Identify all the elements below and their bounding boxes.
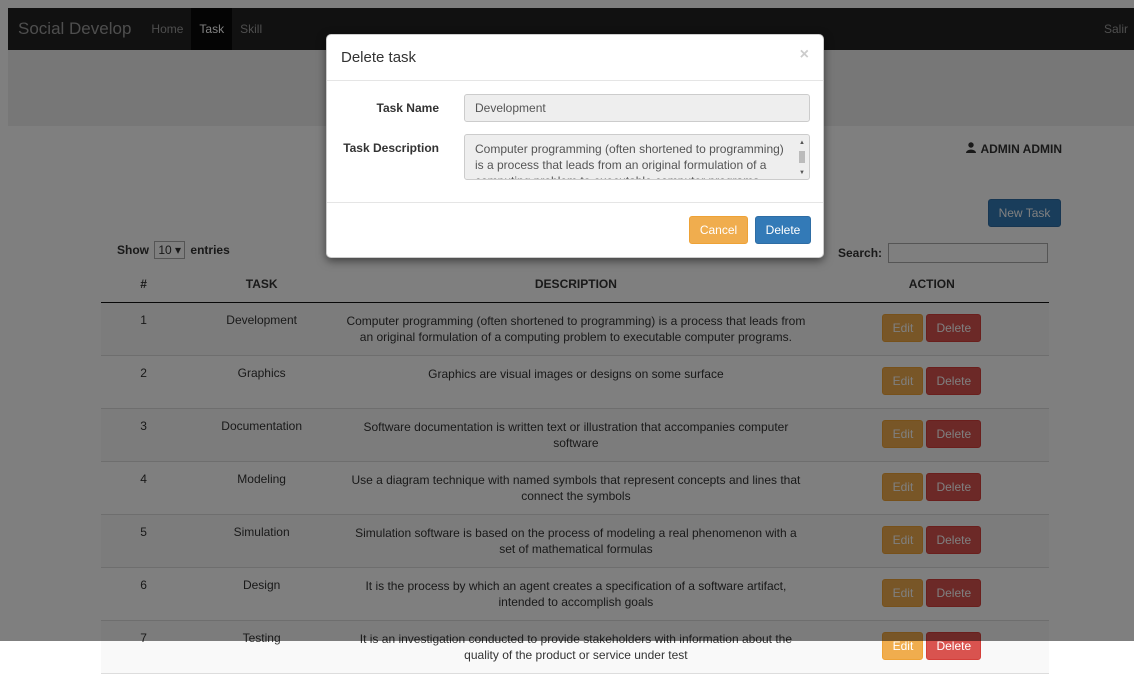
task-name-label: Task Name	[376, 101, 439, 115]
scroll-thumb[interactable]	[799, 151, 805, 163]
scroll-up-icon[interactable]: ▲	[798, 139, 806, 147]
task-description-field[interactable]: Computer programming (often shortened to…	[464, 134, 810, 180]
modal-body: Task Name Development Task Description C…	[327, 81, 823, 203]
cancel-button[interactable]: Cancel	[689, 216, 748, 244]
scroll-down-icon[interactable]: ▼	[798, 169, 806, 177]
task-name-field[interactable]: Development	[464, 94, 810, 122]
modal-title: Delete task	[341, 49, 417, 66]
modal-footer: Cancel Delete	[327, 203, 823, 259]
confirm-delete-button[interactable]: Delete	[755, 216, 811, 244]
delete-task-modal: Delete task × Task Name Development Task…	[326, 34, 824, 258]
task-description-text: Computer programming (often shortened to…	[475, 142, 784, 179]
close-icon[interactable]: ×	[800, 46, 809, 64]
textarea-scrollbar[interactable]: ▲ ▼	[798, 139, 806, 177]
task-description-label: Task Description	[343, 141, 439, 155]
modal-header: Delete task ×	[327, 35, 823, 81]
